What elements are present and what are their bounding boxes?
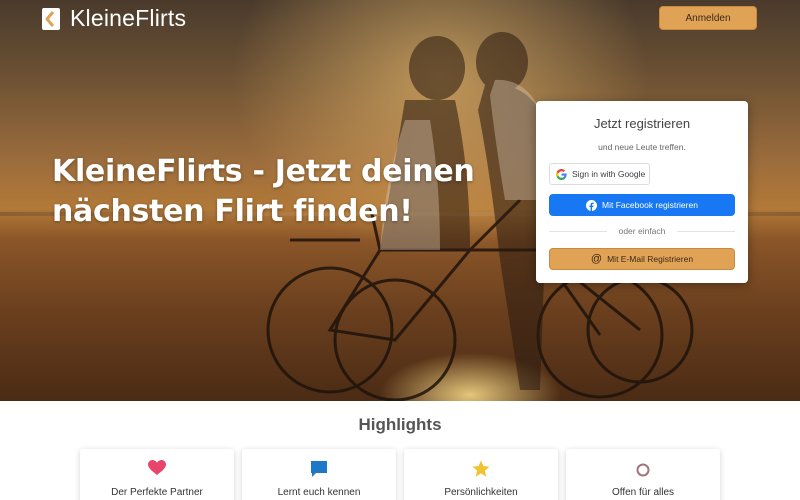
hero-title: KleineFlirts - Jetzt deinen nächsten Fli…: [52, 154, 475, 229]
email-register-button[interactable]: @ Mit E-Mail Registrieren: [549, 248, 735, 270]
highlight-label: Lernt euch kennen: [277, 487, 361, 498]
highlight-label: Offen für alles: [611, 487, 675, 498]
hero-section: KleineFlirts Anmelden KleineFlirts - Jet…: [0, 0, 800, 401]
email-register-label: Mit E-Mail Registrieren: [607, 254, 694, 264]
highlight-card-partner: Der Perfekte Partner: [80, 449, 234, 500]
highlight-label: Persönlichkeiten: [444, 487, 518, 498]
highlight-card-open: Offen für alles: [566, 449, 720, 500]
star-icon: [472, 460, 490, 477]
google-icon: [556, 168, 567, 180]
registration-subtitle: und neue Leute treffen.: [598, 142, 686, 152]
google-signin-button[interactable]: Sign in with Google: [549, 163, 650, 185]
chat-icon: [311, 461, 327, 477]
login-button[interactable]: Anmelden: [659, 6, 757, 30]
highlights-section: Highlights Der Perfekte Partner Lernt eu…: [0, 401, 800, 500]
registration-title: Jetzt registrieren: [593, 116, 691, 131]
logo-text: KleineFlirts: [70, 5, 187, 31]
facebook-register-label: Mit Facebook registrieren: [602, 200, 698, 210]
highlight-label: Der Perfekte Partner: [111, 487, 203, 498]
highlight-card-personality: Persönlichkeiten: [404, 449, 558, 500]
highlights-title: Highlights: [358, 415, 442, 434]
divider-right: [677, 231, 735, 232]
site-logo[interactable]: KleineFlirts: [42, 5, 186, 32]
google-signin-label: Sign in with Google: [572, 169, 646, 179]
registration-card: Jetzt registrieren und neue Leute treffe…: [536, 101, 748, 283]
circle-icon: [636, 463, 650, 477]
at-sign-icon: @: [590, 253, 603, 265]
logo-mark-icon: [42, 7, 60, 30]
heart-icon: [148, 460, 166, 475]
facebook-register-button[interactable]: Mit Facebook registrieren: [549, 194, 735, 216]
facebook-icon: [586, 199, 598, 211]
highlight-card-meet: Lernt euch kennen: [242, 449, 396, 500]
